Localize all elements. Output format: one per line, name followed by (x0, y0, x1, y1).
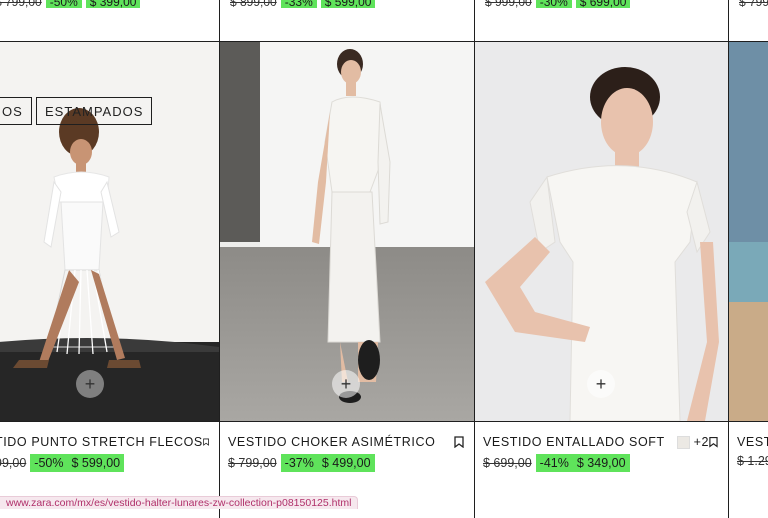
product-price-row: $ 699,00 -41% $ 349,00 (483, 454, 630, 472)
old-price: 99,00 (0, 456, 27, 470)
product-name-row: TIDO PUNTO STRETCH FLECOS (0, 435, 209, 449)
discount-badge: -41% (535, 454, 573, 472)
bookmark-icon[interactable] (203, 436, 209, 448)
chip-label: OS (2, 103, 23, 119)
bookmark-icon[interactable] (709, 436, 718, 448)
product-photo-beach (729, 42, 768, 421)
old-price: $ 1.29 (737, 454, 768, 468)
product-price-row: $ 1.29 (737, 454, 768, 468)
sale-price: $ 599,00 (320, 0, 376, 8)
add-to-cart-button[interactable]: + (332, 370, 360, 398)
previous-row-price: $ 899,00 -33% $ 599,00 (230, 0, 376, 8)
sale-price: $ 349,00 (572, 454, 630, 472)
discount-badge: -37% (280, 454, 318, 472)
product-photo-fitted-dress (475, 42, 728, 421)
product-image[interactable]: + (220, 41, 474, 422)
add-to-cart-button[interactable]: + (76, 370, 104, 398)
category-chip-estampados[interactable]: ESTAMPADOS (36, 97, 153, 125)
plus-icon: + (595, 374, 607, 394)
old-price: $ 699,00 (483, 456, 532, 470)
add-to-cart-button[interactable]: + (587, 370, 615, 398)
product-card[interactable]: $ 799,00 -50% $ 399,00 (0, 0, 219, 518)
product-card[interactable]: $ 899,00 -33% $ 599,00 + VESTIDO CHOKER … (219, 0, 474, 518)
discount-badge: -30% (535, 0, 572, 8)
product-card[interactable]: $ 999,00 -30% $ 699,00 + VESTIDO ENTALLA… (474, 0, 728, 518)
link-status-bar: www.zara.com/mx/es/vestido-halter-lunare… (0, 496, 359, 509)
product-name[interactable]: VESTIDO CHOKER ASIMÉTRICO (228, 435, 435, 449)
product-name[interactable]: VESTIDO ENTALLADO SOFT (483, 435, 665, 449)
product-name-row: VEST (737, 435, 768, 449)
old-price: $ 799 (739, 0, 768, 8)
product-photo-choker-dress (220, 42, 474, 421)
sale-price: $ 499,00 (317, 454, 375, 472)
color-options[interactable]: +2 (676, 435, 710, 450)
product-image[interactable] (729, 41, 768, 422)
chip-label: ESTAMPADOS (45, 103, 144, 119)
discount-badge: -33% (280, 0, 317, 8)
more-colors-count: +2 (693, 435, 710, 449)
product-image[interactable]: + (475, 41, 728, 422)
plus-icon: + (84, 374, 96, 394)
category-chip-partial[interactable]: OS (0, 97, 32, 125)
product-name[interactable]: VEST (737, 435, 768, 449)
previous-row-price: $ 799,00 -50% $ 399,00 (0, 0, 141, 8)
product-price-row: 99,00 -50% $ 599,00 (0, 454, 125, 472)
previous-row-price: $ 999,00 -30% $ 699,00 (485, 0, 631, 8)
product-image[interactable]: OS ESTAMPADOS + (0, 41, 219, 422)
bookmark-icon[interactable] (454, 436, 464, 448)
product-price-row: $ 799,00 -37% $ 499,00 (228, 454, 375, 472)
product-name[interactable]: TIDO PUNTO STRETCH FLECOS (0, 435, 203, 449)
product-grid: $ 799,00 -50% $ 399,00 (0, 0, 768, 518)
product-name-row: VESTIDO ENTALLADO SOFT +2 (483, 435, 718, 450)
product-name-row: VESTIDO CHOKER ASIMÉTRICO (228, 435, 464, 449)
sale-price: $ 699,00 (575, 0, 631, 8)
old-price: $ 999,00 (485, 0, 532, 8)
sale-price: $ 599,00 (67, 454, 125, 472)
status-url-text: www.zara.com/mx/es/vestido-halter-lunare… (6, 497, 352, 509)
discount-badge: -50% (30, 454, 68, 472)
old-price: $ 799,00 (228, 456, 277, 470)
discount-badge: -50% (45, 0, 82, 8)
product-card[interactable]: $ 799 VEST $ 1.29 (728, 0, 768, 518)
old-price: $ 899,00 (230, 0, 277, 8)
sale-price: $ 399,00 (85, 0, 141, 8)
old-price: $ 799,00 (0, 0, 42, 8)
color-swatch[interactable] (676, 436, 690, 450)
plus-icon: + (340, 374, 352, 394)
previous-row-price: $ 799 (739, 0, 768, 8)
